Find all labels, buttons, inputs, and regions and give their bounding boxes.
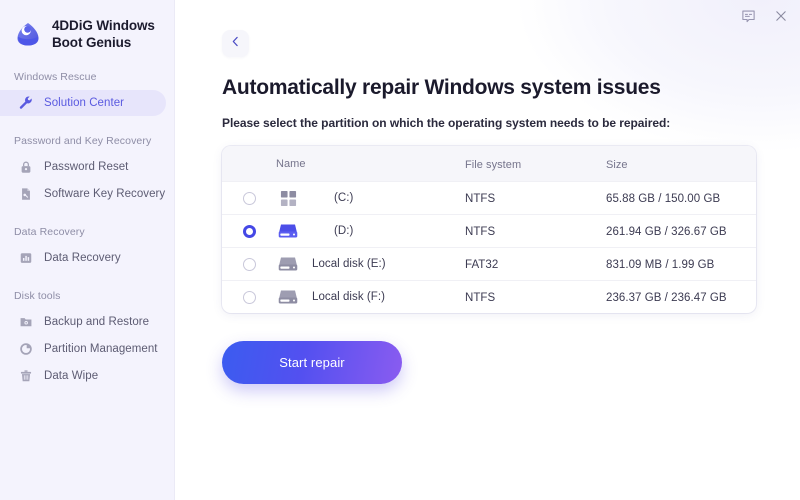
sidebar-section-label-disk-tools: Disk tools <box>0 290 174 302</box>
feedback-bubble-icon[interactable] <box>738 6 758 26</box>
sidebar-item-backup-and-restore[interactable]: Backup and Restore <box>0 309 166 335</box>
row-size: 831.09 MB / 1.99 GB <box>606 259 714 271</box>
key-document-icon <box>17 185 34 202</box>
sidebar-item-label: Data Wipe <box>44 370 98 382</box>
back-button[interactable] <box>222 30 249 57</box>
table-header-file-system: File system <box>465 159 521 171</box>
brand-title: 4DDiG Windows Boot Genius <box>52 17 155 52</box>
disk-drive-icon <box>276 254 300 274</box>
sidebar-item-data-wipe[interactable]: Data Wipe <box>0 363 166 389</box>
table-header-name: Name <box>276 158 306 170</box>
page-title: Automatically repair Windows system issu… <box>222 76 800 100</box>
sidebar-item-label: Software Key Recovery <box>44 188 165 200</box>
pie-partition-icon <box>17 340 34 357</box>
sidebar-item-partition-management[interactable]: Partition Management <box>0 336 166 362</box>
app-window: 4DDiG Windows Boot Genius Windows Rescue… <box>0 0 800 500</box>
radio-button[interactable] <box>243 258 256 271</box>
radio-button[interactable] <box>243 192 256 205</box>
row-size: 261.94 GB / 326.67 GB <box>606 226 727 238</box>
window-controls <box>738 6 791 26</box>
lock-icon <box>17 158 34 175</box>
row-radio-c[interactable] <box>222 192 276 205</box>
row-file-system: NTFS <box>465 193 495 205</box>
start-repair-button[interactable]: Start repair <box>222 341 402 384</box>
backup-folder-icon <box>17 313 34 330</box>
sidebar-item-password-reset[interactable]: Password Reset <box>0 154 166 180</box>
table-row[interactable]: (C:) NTFS 65.88 GB / 150.00 GB <box>222 181 756 214</box>
radio-button-selected[interactable] <box>243 225 256 238</box>
sidebar-item-label: Data Recovery <box>44 252 121 264</box>
row-name: Local disk (E:) <box>312 258 386 270</box>
sidebar-item-label: Password Reset <box>44 161 128 173</box>
row-name: (D:) <box>312 225 353 237</box>
sidebar-item-label: Solution Center <box>44 97 124 109</box>
disk-drive-icon <box>276 287 300 307</box>
content-area: Automatically repair Windows system issu… <box>175 0 800 384</box>
row-file-system: NTFS <box>465 226 495 238</box>
row-radio-f[interactable] <box>222 291 276 304</box>
row-name: Local disk (F:) <box>312 291 385 303</box>
sidebar-item-solution-center[interactable]: Solution Center <box>0 90 166 116</box>
table-row[interactable]: Local disk (F:) NTFS 236.37 GB / 236.47 … <box>222 280 756 313</box>
brand-title-line2: Boot Genius <box>52 34 155 51</box>
sidebar-section-label-windows-rescue: Windows Rescue <box>0 71 174 83</box>
table-row[interactable]: (D:) NTFS 261.94 GB / 326.67 GB <box>222 214 756 247</box>
row-size: 236.37 GB / 236.47 GB <box>606 292 727 304</box>
row-name: (C:) <box>312 192 353 204</box>
row-size: 65.88 GB / 150.00 GB <box>606 193 720 205</box>
sidebar-item-software-key-recovery[interactable]: Software Key Recovery <box>0 181 166 207</box>
partition-table: Name File system Size <box>222 146 756 313</box>
wrench-icon <box>17 94 34 111</box>
brand: 4DDiG Windows Boot Genius <box>0 0 174 52</box>
main-content: Automatically repair Windows system issu… <box>175 0 800 500</box>
sidebar-item-label: Backup and Restore <box>44 316 149 328</box>
chart-bars-icon <box>17 249 34 266</box>
table-header-size: Size <box>606 159 628 171</box>
row-file-system: NTFS <box>465 292 495 304</box>
radio-button[interactable] <box>243 291 256 304</box>
sidebar-section-label-password-key-recovery: Password and Key Recovery <box>0 135 174 147</box>
table-row[interactable]: Local disk (E:) FAT32 831.09 MB / 1.99 G… <box>222 247 756 280</box>
chevron-left-icon <box>229 35 242 53</box>
row-file-system: FAT32 <box>465 259 498 271</box>
brand-title-line1: 4DDiG Windows <box>52 17 155 34</box>
page-subtitle: Please select the partition on which the… <box>222 116 800 130</box>
close-icon[interactable] <box>771 6 791 26</box>
table-header-row: Name File system Size <box>222 146 756 181</box>
disk-drive-active-icon <box>276 221 300 241</box>
windows-squares-icon <box>276 188 300 208</box>
cta-area: Start repair <box>222 341 800 384</box>
4ddig-logo-icon <box>13 19 43 49</box>
row-radio-e[interactable] <box>222 258 276 271</box>
row-radio-d[interactable] <box>222 225 276 238</box>
sidebar-section-label-data-recovery: Data Recovery <box>0 226 174 238</box>
sidebar-item-label: Partition Management <box>44 343 158 355</box>
trash-icon <box>17 367 34 384</box>
sidebar-item-data-recovery[interactable]: Data Recovery <box>0 245 166 271</box>
sidebar: 4DDiG Windows Boot Genius Windows Rescue… <box>0 0 175 500</box>
